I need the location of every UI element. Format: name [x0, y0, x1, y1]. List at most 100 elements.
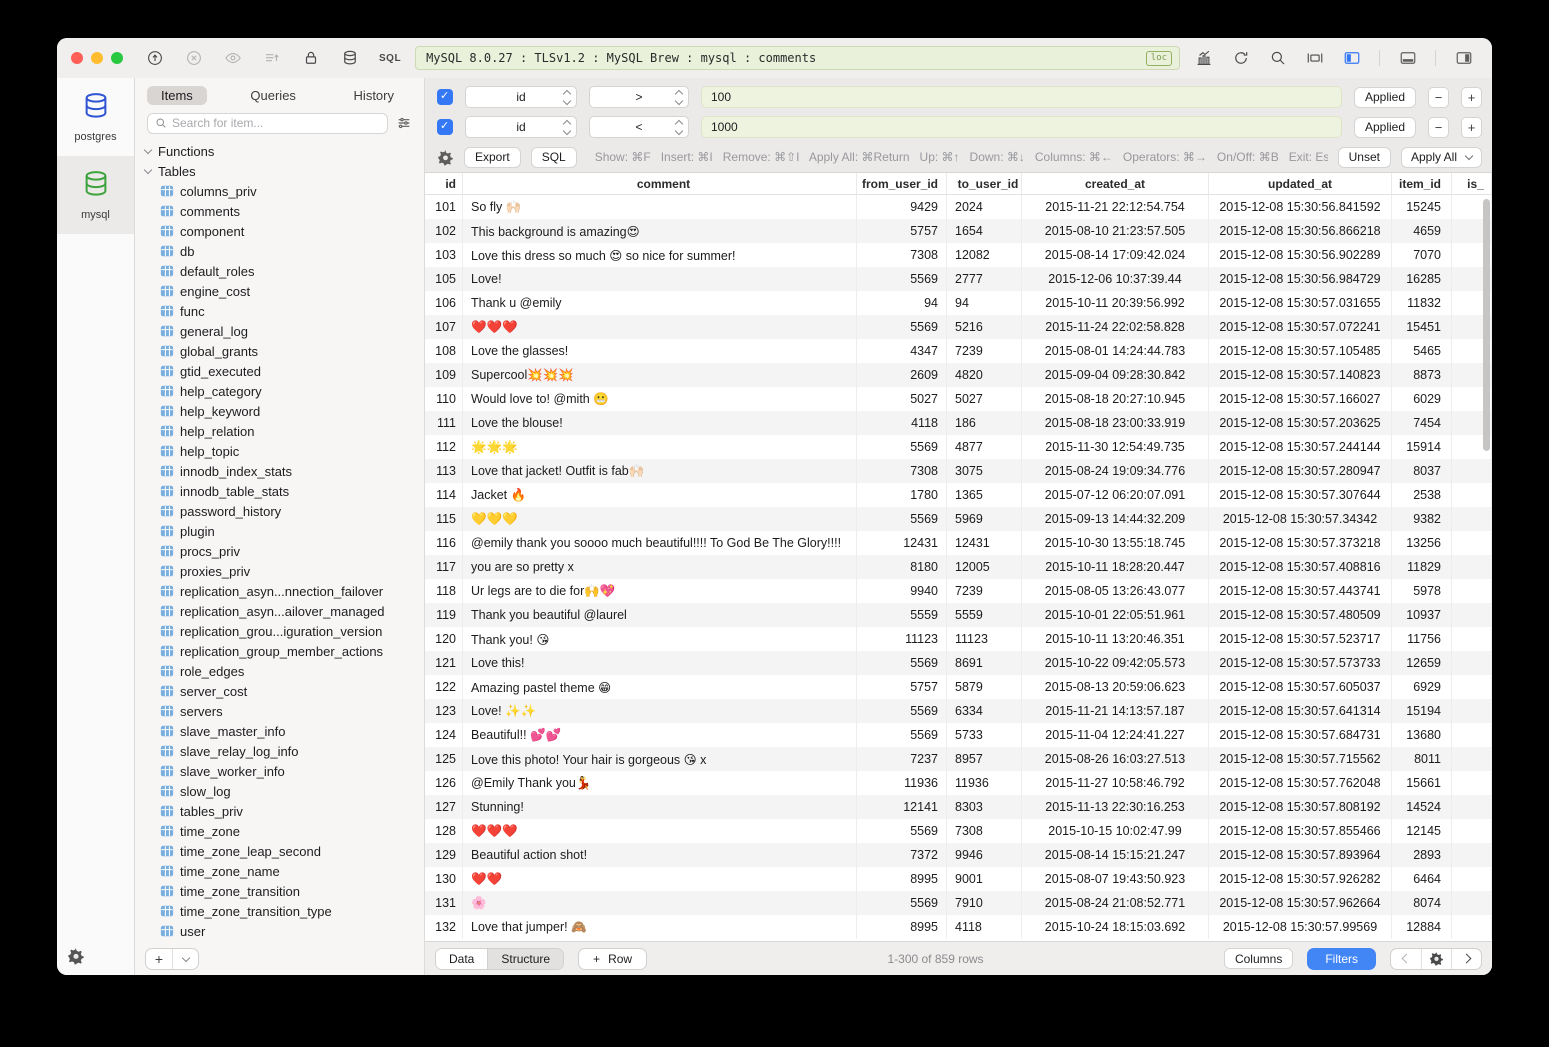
- vertical-scrollbar[interactable]: [1483, 199, 1490, 451]
- cell-from_user_id[interactable]: 5569: [857, 267, 947, 291]
- cell-comment[interactable]: This background is amazing😍: [463, 219, 857, 243]
- cell-from_user_id[interactable]: 5569: [857, 315, 947, 339]
- cell-comment[interactable]: you are so pretty x: [463, 555, 857, 579]
- cell-to_user_id[interactable]: 12005: [947, 555, 1022, 579]
- column-header-is[interactable]: is_: [1452, 173, 1492, 194]
- cell-from_user_id[interactable]: 4347: [857, 339, 947, 363]
- cell-item_id[interactable]: 8037: [1392, 459, 1452, 483]
- sidebar-table-item[interactable]: password_history: [135, 501, 424, 521]
- filter-enabled-checkbox[interactable]: [437, 89, 453, 105]
- cell-item_id[interactable]: 15661: [1392, 771, 1452, 795]
- cell-id[interactable]: 127: [425, 795, 463, 819]
- cell-comment[interactable]: Supercool💥💥💥: [463, 363, 857, 387]
- table-row[interactable]: 128❤️❤️❤️556973082015-10-15 10:02:47.992…: [425, 819, 1492, 843]
- cell-item_id[interactable]: 5978: [1392, 579, 1452, 603]
- cell-to_user_id[interactable]: 5216: [947, 315, 1022, 339]
- cell-id[interactable]: 130: [425, 867, 463, 891]
- sidebar-table-item[interactable]: global_grants: [135, 341, 424, 361]
- sidebar-table-item[interactable]: help_category: [135, 381, 424, 401]
- cell-to_user_id[interactable]: 7239: [947, 579, 1022, 603]
- cell-is_[interactable]: [1452, 627, 1492, 651]
- cell-comment[interactable]: 🌸: [463, 891, 857, 915]
- cell-created_at[interactable]: 2015-10-01 22:05:51.961: [1022, 603, 1209, 627]
- cell-from_user_id[interactable]: 8180: [857, 555, 947, 579]
- cell-updated_at[interactable]: 2015-12-08 15:30:57.072241: [1209, 315, 1392, 339]
- cell-from_user_id[interactable]: 7372: [857, 843, 947, 867]
- cell-updated_at[interactable]: 2015-12-08 15:30:56.984729: [1209, 267, 1392, 291]
- cell-updated_at[interactable]: 2015-12-08 15:30:57.684731: [1209, 723, 1392, 747]
- table-row[interactable]: 114Jacket 🔥178013652015-07-12 06:20:07.0…: [425, 483, 1492, 507]
- cell-id[interactable]: 105: [425, 267, 463, 291]
- sidebar-table-item[interactable]: slave_master_info: [135, 721, 424, 741]
- cell-comment[interactable]: 🌟🌟🌟: [463, 435, 857, 459]
- add-item-button[interactable]: +: [146, 949, 172, 969]
- cell-updated_at[interactable]: 2015-12-08 15:30:57.203625: [1209, 411, 1392, 435]
- previous-page-button[interactable]: [1391, 949, 1421, 969]
- sidebar-table-item[interactable]: proxies_priv: [135, 561, 424, 581]
- columns-button[interactable]: Columns: [1224, 948, 1293, 969]
- cell-updated_at[interactable]: 2015-12-08 15:30:57.280947: [1209, 459, 1392, 483]
- filters-button[interactable]: Filters: [1307, 948, 1376, 970]
- remove-filter-button[interactable]: −: [1428, 87, 1449, 108]
- cell-updated_at[interactable]: 2015-12-08 15:30:57.762048: [1209, 771, 1392, 795]
- cell-id[interactable]: 117: [425, 555, 463, 579]
- table-row[interactable]: 101So fly 🙌🏻942920242015-11-21 22:12:54.…: [425, 195, 1492, 219]
- cell-item_id[interactable]: 6464: [1392, 867, 1452, 891]
- connection-mysql[interactable]: mysql: [57, 156, 134, 234]
- cell-created_at[interactable]: 2015-08-18 20:27:10.945: [1022, 387, 1209, 411]
- tab-items[interactable]: Items: [147, 86, 207, 105]
- cell-created_at[interactable]: 2015-10-30 13:55:18.745: [1022, 531, 1209, 555]
- cell-is_[interactable]: [1452, 867, 1492, 891]
- cell-to_user_id[interactable]: 8957: [947, 747, 1022, 771]
- sidebar-table-item[interactable]: role_edges: [135, 661, 424, 681]
- table-row[interactable]: 103Love this dress so much 😍 so nice for…: [425, 243, 1492, 267]
- cell-comment[interactable]: ❤️❤️❤️: [463, 819, 857, 843]
- cell-id[interactable]: 110: [425, 387, 463, 411]
- cell-created_at[interactable]: 2015-08-10 21:23:57.505: [1022, 219, 1209, 243]
- cell-is_[interactable]: [1452, 507, 1492, 531]
- column-header-comment[interactable]: comment: [463, 173, 857, 194]
- cell-comment[interactable]: Beautiful action shot!: [463, 843, 857, 867]
- cell-item_id[interactable]: 11756: [1392, 627, 1452, 651]
- cell-is_[interactable]: [1452, 891, 1492, 915]
- cell-to_user_id[interactable]: 4820: [947, 363, 1022, 387]
- cell-comment[interactable]: Love the blouse!: [463, 411, 857, 435]
- filter-column-select[interactable]: id: [465, 86, 577, 108]
- cell-created_at[interactable]: 2015-11-04 12:24:41.227: [1022, 723, 1209, 747]
- cell-id[interactable]: 122: [425, 675, 463, 699]
- sidebar-table-item[interactable]: replication_group_member_actions: [135, 641, 424, 661]
- table-row[interactable]: 129Beautiful action shot!737299462015-08…: [425, 843, 1492, 867]
- cell-created_at[interactable]: 2015-11-24 22:02:58.828: [1022, 315, 1209, 339]
- cell-item_id[interactable]: 8011: [1392, 747, 1452, 771]
- export-button[interactable]: Export: [464, 147, 521, 168]
- cell-item_id[interactable]: 9382: [1392, 507, 1452, 531]
- sidebar-table-item[interactable]: plugin: [135, 521, 424, 541]
- cell-item_id[interactable]: 8074: [1392, 891, 1452, 915]
- cell-to_user_id[interactable]: 1654: [947, 219, 1022, 243]
- cell-id[interactable]: 106: [425, 291, 463, 315]
- sidebar-table-item[interactable]: servers: [135, 701, 424, 721]
- unset-button[interactable]: Unset: [1338, 147, 1391, 168]
- cell-created_at[interactable]: 2015-11-13 22:30:16.253: [1022, 795, 1209, 819]
- cell-comment[interactable]: Thank you! 😘: [463, 627, 857, 651]
- cell-from_user_id[interactable]: 5569: [857, 819, 947, 843]
- cell-to_user_id[interactable]: 7910: [947, 891, 1022, 915]
- toggle-left-panel-icon[interactable]: [1342, 49, 1361, 68]
- commit-changes-icon[interactable]: [262, 49, 281, 68]
- cell-created_at[interactable]: 2015-09-13 14:44:32.209: [1022, 507, 1209, 531]
- cell-updated_at[interactable]: 2015-12-08 15:30:57.641314: [1209, 699, 1392, 723]
- cell-comment[interactable]: ❤️❤️❤️: [463, 315, 857, 339]
- sidebar-table-item[interactable]: time_zone: [135, 821, 424, 841]
- cell-is_[interactable]: [1452, 915, 1492, 939]
- cell-updated_at[interactable]: 2015-12-08 15:30:57.443741: [1209, 579, 1392, 603]
- sidebar-table-item[interactable]: db: [135, 241, 424, 261]
- cell-created_at[interactable]: 2015-08-05 13:26:43.077: [1022, 579, 1209, 603]
- tree-group-functions[interactable]: Functions: [135, 141, 424, 161]
- cell-comment[interactable]: Love! ✨✨: [463, 699, 857, 723]
- cell-id[interactable]: 108: [425, 339, 463, 363]
- sidebar-table-item[interactable]: replication_grou...iguration_version: [135, 621, 424, 641]
- cell-from_user_id[interactable]: 2609: [857, 363, 947, 387]
- cell-from_user_id[interactable]: 4118: [857, 411, 947, 435]
- cell-is_[interactable]: [1452, 675, 1492, 699]
- cell-from_user_id[interactable]: 5569: [857, 891, 947, 915]
